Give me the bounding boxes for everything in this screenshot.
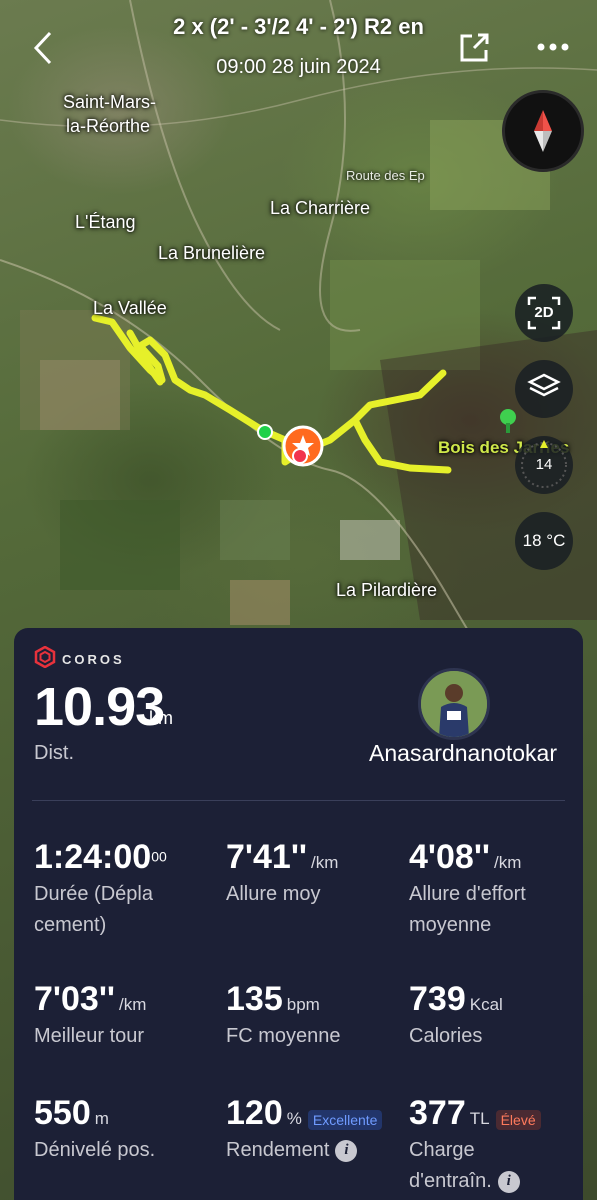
activity-title: 2 x (2' - 3'/2 4' - 2') R2 en <box>173 14 424 39</box>
stat-value: 120 <box>226 1094 283 1132</box>
stat-unit: /km <box>118 995 147 1014</box>
more-icon[interactable] <box>534 36 572 58</box>
place-label: la-Réorthe <box>66 116 151 136</box>
wind-value: 14 <box>535 456 553 473</box>
stat-value: 550 <box>34 1094 91 1132</box>
avatar[interactable] <box>418 668 490 740</box>
stat-avg-pace: 7'41''/km Allure moy <box>226 838 406 910</box>
compass-icon[interactable] <box>502 90 584 172</box>
temperature-value: 18 °C <box>515 512 573 570</box>
stat-duration: 1:24:0000 Durée (Dépla cement) <box>34 838 214 941</box>
place-label: La Vallée <box>93 298 167 318</box>
stat-label: Rendement <box>226 1139 330 1161</box>
stat-label: Dénivelé pos. <box>34 1139 156 1161</box>
coros-logo-icon <box>34 645 56 673</box>
stat-unit: % <box>286 1109 302 1128</box>
stat-effort-pace: 4'08''/km Allure d'effort moyenne <box>409 838 589 941</box>
stat-label: FC moyenne <box>226 1025 341 1047</box>
status-badge: Élevé <box>495 1109 541 1130</box>
activity-date: 09:00 28 juin 2024 <box>216 56 381 78</box>
end-marker <box>292 448 308 464</box>
place-label: Saint-Mars- <box>63 92 157 112</box>
tree-icon <box>498 408 518 434</box>
mode-2d-label: 2D <box>534 304 554 321</box>
stat-value: 7'41'' <box>226 838 307 876</box>
place-label: L'Étang <box>75 212 136 232</box>
stat-training-load: 377 TL Élevé Charge d'entraîn. i <box>409 1094 579 1197</box>
info-icon[interactable]: i <box>335 1139 358 1162</box>
stat-label: Charge d'entraîn. <box>409 1139 492 1192</box>
stat-value: 739 <box>409 980 466 1018</box>
stat-unit: /km <box>310 853 339 872</box>
stat-label: Allure d'effort moyenne <box>409 883 526 936</box>
stat-best-lap: 7'03''/km Meilleur tour <box>34 980 214 1052</box>
stat-label: Meilleur tour <box>34 1025 145 1047</box>
layers-icon <box>527 372 561 407</box>
stat-value: 7'03'' <box>34 980 115 1018</box>
stat-label: Durée (Dépla cement) <box>34 883 153 936</box>
brand-name: COROS <box>62 652 125 667</box>
share-icon[interactable] <box>454 28 494 68</box>
stat-label: Calories <box>409 1025 483 1047</box>
place-label: Route des Ep <box>346 168 425 183</box>
info-icon[interactable]: i <box>497 1170 520 1193</box>
stat-unit: Kcal <box>469 995 503 1014</box>
activity-summary-card: COROS 10.93 km Dist. Anasardnanotokar 1:… <box>14 628 583 1200</box>
stat-elevation-gain: 550 m Dénivelé pos. <box>34 1094 214 1166</box>
stat-unit: m <box>94 1109 109 1128</box>
stat-avg-hr: 135 bpm FC moyenne <box>226 980 406 1052</box>
stat-value: 4'08'' <box>409 838 490 876</box>
stat-value: 377 <box>409 1094 466 1132</box>
stat-efficiency: 120% Excellente Rendement i <box>226 1094 411 1166</box>
stat-unit: TL <box>469 1109 490 1128</box>
wind-gauge[interactable]: 14 <box>515 436 573 494</box>
divider <box>32 800 565 801</box>
stat-label: Allure moy <box>226 883 321 905</box>
distance-label: Dist. <box>34 742 74 764</box>
username[interactable]: Anasardnanotokar <box>369 740 557 767</box>
mode-2d-button[interactable]: 2D <box>515 284 573 342</box>
place-label: La Pilardière <box>336 580 438 600</box>
stat-value-sup: 00 <box>151 848 167 865</box>
status-badge: Excellente <box>307 1109 383 1130</box>
place-label: La Charrière <box>270 198 371 218</box>
stat-unit: /km <box>493 853 522 872</box>
distance-value: 10.93 <box>34 677 165 737</box>
brand: COROS <box>34 645 125 673</box>
stat-value: 135 <box>226 980 283 1018</box>
layers-button[interactable] <box>515 360 573 418</box>
stat-value: 1:24:00 <box>34 838 152 876</box>
place-label: La Brunelière <box>158 243 266 263</box>
stat-calories: 739 Kcal Calories <box>409 980 589 1052</box>
start-marker <box>257 424 273 440</box>
distance-unit: km <box>149 708 173 728</box>
stat-unit: bpm <box>286 995 320 1014</box>
